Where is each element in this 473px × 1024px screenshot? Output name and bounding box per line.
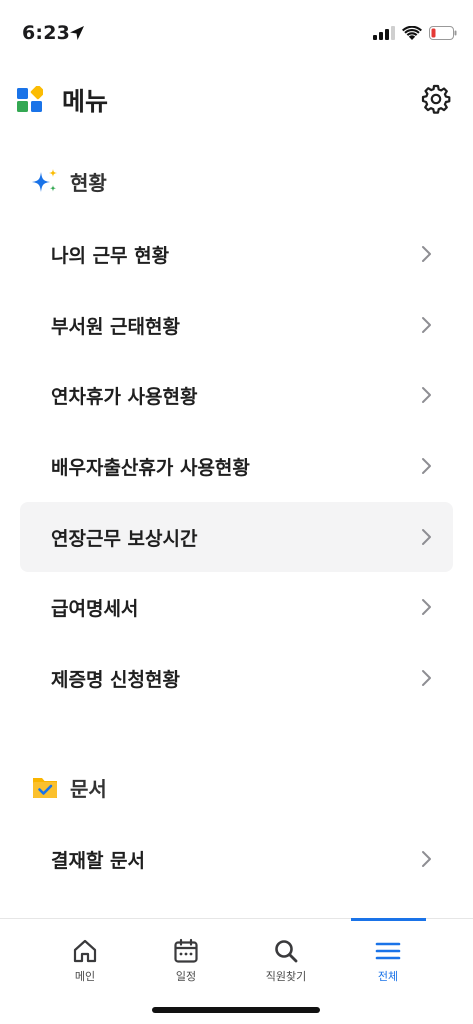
app-logo-icon <box>17 86 43 112</box>
tab-label: 일정 <box>175 970 197 983</box>
menu-item-paternity-leave-usage[interactable]: 배우자출산휴가 사용현황 <box>20 431 453 501</box>
tab-all[interactable]: 전체 <box>348 937 428 984</box>
home-indicator <box>152 1007 320 1013</box>
tab-schedule[interactable]: 일정 <box>146 937 226 984</box>
tab-label: 직원찾기 <box>265 970 307 983</box>
battery-icon <box>429 26 457 40</box>
calendar-icon <box>174 938 198 963</box>
chevron-right-icon <box>422 670 431 686</box>
section-documents-header: 문서 <box>30 769 107 805</box>
menu-header: 메뉴 <box>0 76 473 122</box>
menu-item-label: 급여명세서 <box>51 597 139 620</box>
tab-label: 메인 <box>74 970 96 983</box>
wifi-icon <box>402 25 422 40</box>
menu-item-certificate-requests[interactable]: 제증명 신청현황 <box>20 643 453 713</box>
status-indicators <box>373 24 457 42</box>
menu-item-team-attendance[interactable]: 부서원 근태현황 <box>20 290 453 360</box>
menu-item-documents-to-approve[interactable]: 결재할 문서 <box>20 824 453 894</box>
active-tab-indicator <box>351 918 426 921</box>
status-bar: 6:23 <box>0 0 473 62</box>
menu-item-label: 제증명 신청현황 <box>51 668 180 691</box>
search-icon <box>275 940 298 963</box>
menu-item-payslip[interactable]: 급여명세서 <box>20 572 453 642</box>
menu-item-label: 연장근무 보상시간 <box>51 527 198 550</box>
chevron-right-icon <box>422 529 431 545</box>
folder-check-icon <box>33 778 57 798</box>
sparkle-icon <box>32 169 57 192</box>
menu-item-my-work-status[interactable]: 나의 근무 현황 <box>20 219 453 289</box>
tab-main[interactable]: 메인 <box>45 937 125 984</box>
status-time: 6:23 <box>22 22 71 44</box>
menu-item-label: 나의 근무 현황 <box>51 244 170 267</box>
menu-item-overtime-compensation[interactable]: 연장근무 보상시간 <box>20 502 453 572</box>
menu-item-label: 결재할 문서 <box>51 849 146 872</box>
menu-item-label: 연차휴가 사용현황 <box>51 385 198 408</box>
chevron-right-icon <box>422 246 431 262</box>
section-status-header: 현황 <box>30 163 107 199</box>
cellular-signal-icon <box>373 26 395 40</box>
chevron-right-icon <box>422 851 431 867</box>
tab-label: 전체 <box>377 970 399 983</box>
chevron-right-icon <box>422 317 431 333</box>
tab-find-employee[interactable]: 직원찾기 <box>246 937 326 984</box>
location-arrow-icon <box>70 26 84 40</box>
chevron-right-icon <box>422 387 431 403</box>
page-title: 메뉴 <box>62 87 109 116</box>
hamburger-menu-icon <box>375 942 401 960</box>
chevron-right-icon <box>422 458 431 474</box>
chevron-right-icon <box>422 599 431 615</box>
section-label: 현황 <box>70 170 107 195</box>
menu-item-label: 배우자출산휴가 사용현황 <box>51 456 250 479</box>
gear-icon[interactable] <box>421 84 451 114</box>
menu-item-annual-leave-usage[interactable]: 연차휴가 사용현황 <box>20 360 453 430</box>
section-label: 문서 <box>70 776 107 801</box>
home-icon <box>73 939 97 963</box>
menu-item-label: 부서원 근태현황 <box>51 315 180 338</box>
